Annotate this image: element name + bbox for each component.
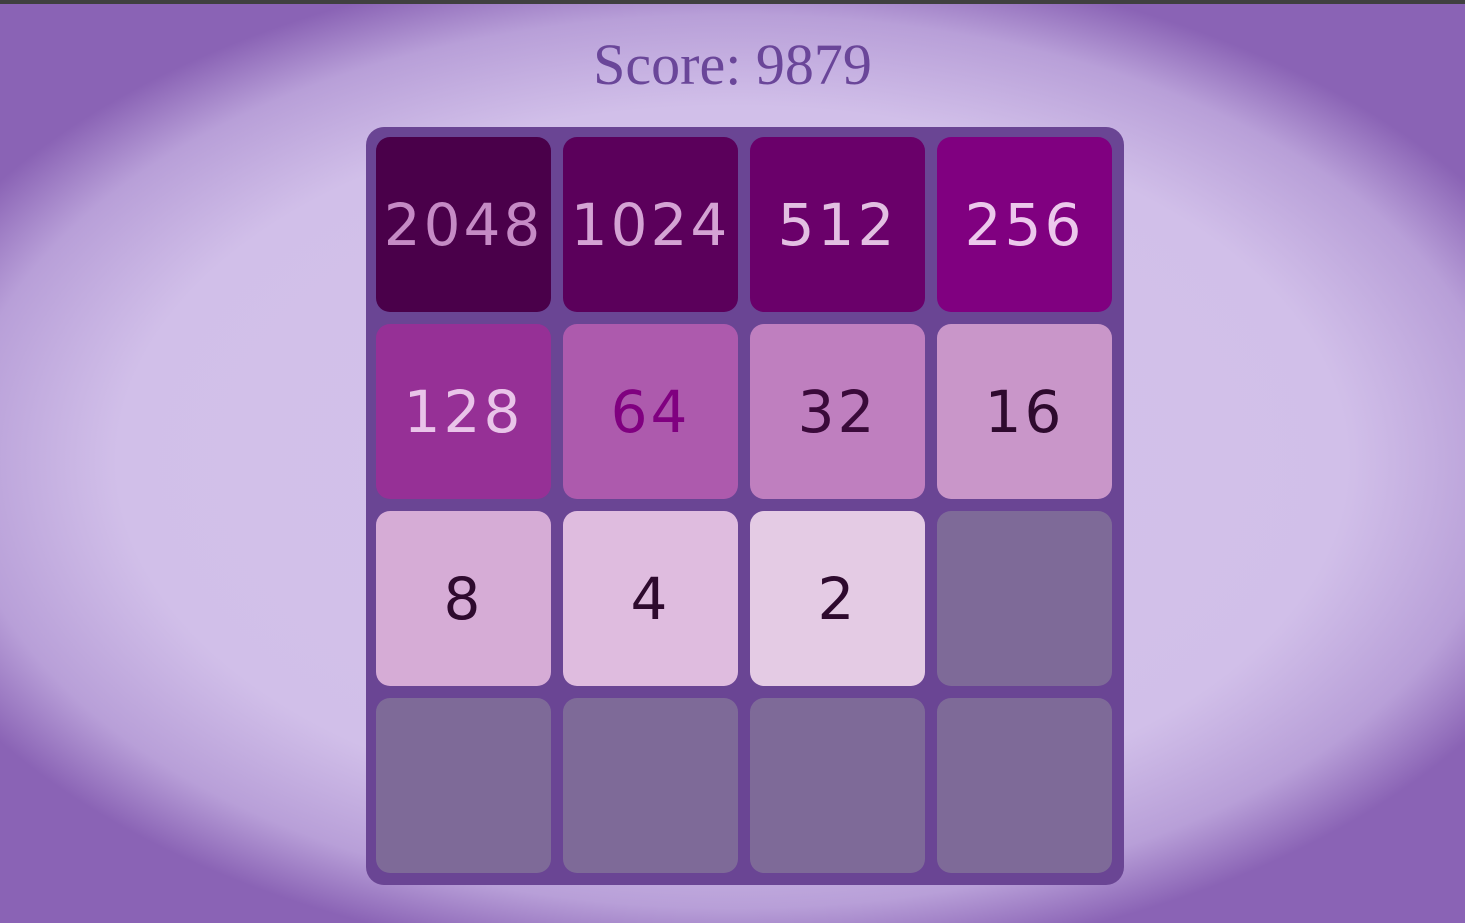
empty-cell (937, 511, 1112, 686)
tile-2: 2 (750, 511, 925, 686)
tile-128: 128 (376, 324, 551, 499)
tile-256: 256 (937, 137, 1112, 312)
game-board[interactable]: 2048 1024 512 256 128 64 32 16 8 4 2 (366, 127, 1124, 885)
empty-cell (376, 698, 551, 873)
tile-1024: 1024 (563, 137, 738, 312)
tile-512: 512 (750, 137, 925, 312)
tile-2048: 2048 (376, 137, 551, 312)
tile-64: 64 (563, 324, 738, 499)
empty-cell (563, 698, 738, 873)
score-display: Score: 9879 (593, 32, 872, 97)
tile-4: 4 (563, 511, 738, 686)
tile-32: 32 (750, 324, 925, 499)
tile-16: 16 (937, 324, 1112, 499)
empty-cell (750, 698, 925, 873)
empty-cell (937, 698, 1112, 873)
top-border (0, 0, 1465, 4)
tile-8: 8 (376, 511, 551, 686)
